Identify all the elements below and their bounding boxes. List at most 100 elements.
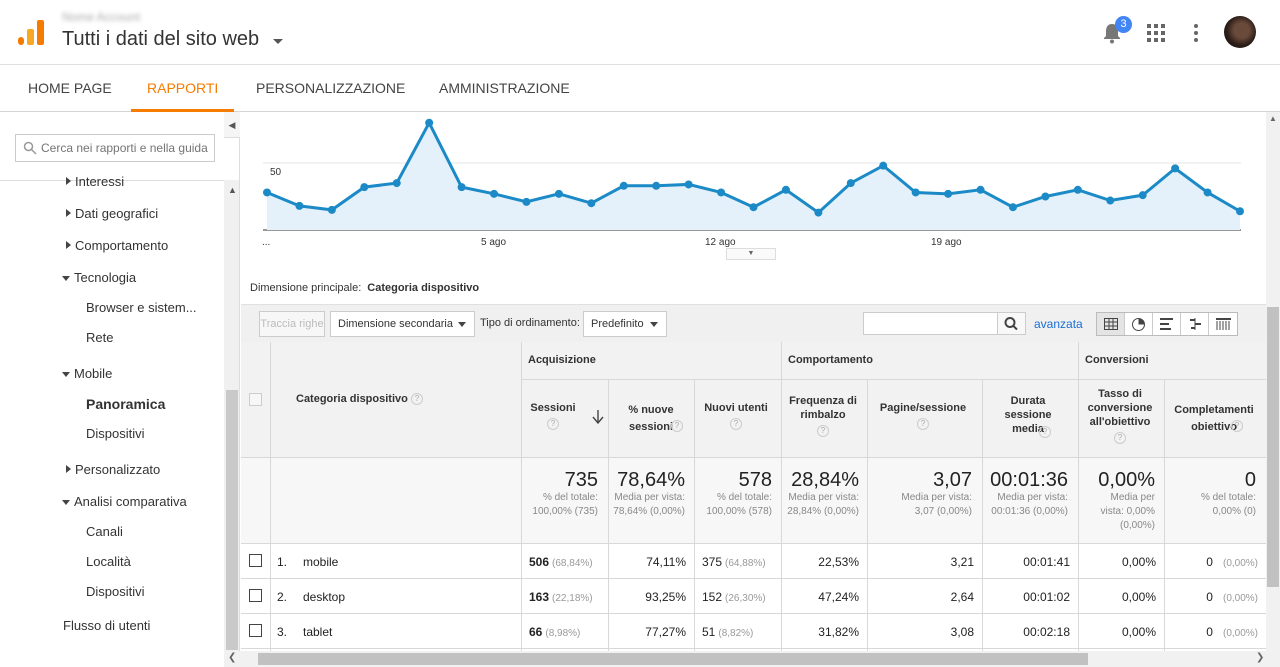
- scroll-up-icon[interactable]: ▲: [228, 185, 237, 195]
- sidebar-item-browser[interactable]: Browser e sistem...: [86, 300, 197, 315]
- chart-point[interactable]: [263, 188, 271, 197]
- chart-point[interactable]: [781, 185, 790, 194]
- collapse-sidebar-button[interactable]: ◀: [224, 112, 240, 138]
- help-icon[interactable]: ?: [1114, 432, 1126, 445]
- sidebar-item-panoramica[interactable]: Panoramica: [86, 396, 165, 412]
- sidebar-item-dati-geografici[interactable]: Dati geografici: [66, 206, 158, 221]
- pie-view-button[interactable]: [1125, 313, 1153, 335]
- chart-point[interactable]: [295, 201, 304, 210]
- help-icon[interactable]: ?: [547, 418, 559, 431]
- tab-personalizzazione[interactable]: PERSONALIZZAZIONE: [256, 65, 405, 112]
- help-icon[interactable]: ?: [817, 425, 829, 438]
- table-filter-input[interactable]: [863, 312, 998, 335]
- scroll-up-icon[interactable]: ▲: [1269, 114, 1277, 123]
- performance-view-button[interactable]: [1153, 313, 1181, 335]
- table-search-button[interactable]: [997, 312, 1026, 335]
- chart-point[interactable]: [619, 181, 628, 190]
- chart-point[interactable]: [749, 203, 758, 212]
- chart-point[interactable]: [944, 189, 953, 198]
- sidebar-item-flusso-utenti[interactable]: Flusso di utenti: [63, 618, 150, 633]
- sidebar-item-dispositivi-comparativa[interactable]: Dispositivi: [86, 584, 145, 599]
- chart-point[interactable]: [717, 188, 726, 197]
- chevron-down-icon[interactable]: [273, 39, 283, 44]
- help-icon[interactable]: ?: [730, 418, 742, 431]
- chart-point[interactable]: [814, 208, 823, 217]
- chart-point[interactable]: [1041, 192, 1050, 201]
- sidebar-item-interessi[interactable]: Interessi: [66, 174, 124, 189]
- primary-dimension-value[interactable]: Categoria dispositivo: [367, 282, 479, 294]
- comparison-view-button[interactable]: [1181, 313, 1209, 335]
- scroll-right-icon[interactable]: ❯: [1256, 652, 1264, 663]
- sidebar-item-localita[interactable]: Località: [86, 554, 131, 569]
- collapse-chart-button[interactable]: ▼: [726, 248, 776, 260]
- avatar[interactable]: [1224, 16, 1256, 48]
- chart-point[interactable]: [1236, 207, 1244, 216]
- chart-point[interactable]: [652, 181, 661, 190]
- column-completamenti[interactable]: Completamenti obiettivo: [1169, 402, 1259, 436]
- sidebar-item-analisi-comparativa[interactable]: Analisi comparativa: [62, 494, 187, 509]
- row-device-link[interactable]: desktop: [303, 590, 345, 604]
- secondary-dimension-select[interactable]: Dimensione secondaria: [330, 311, 475, 337]
- column-sessioni[interactable]: Sessioni ?: [523, 402, 583, 431]
- chart-point[interactable]: [1203, 188, 1212, 197]
- sidebar-item-comportamento[interactable]: Comportamento: [66, 238, 168, 253]
- scrollbar-thumb[interactable]: [258, 653, 1088, 665]
- sidebar-item-dispositivi[interactable]: Dispositivi: [86, 426, 145, 441]
- advanced-filter-link[interactable]: avanzata: [1034, 317, 1083, 331]
- row-device-link[interactable]: mobile: [303, 555, 338, 569]
- property-selector[interactable]: Tutti i dati del sito web: [62, 28, 259, 51]
- column-tasso-conversione[interactable]: Tasso di conversione all'obiettivo ?: [1082, 387, 1158, 445]
- help-icon[interactable]: ?: [917, 418, 929, 431]
- sort-type-select[interactable]: Predefinito: [583, 311, 667, 337]
- chart-point[interactable]: [846, 179, 855, 188]
- chart-point[interactable]: [879, 161, 888, 170]
- chart-point[interactable]: [1106, 196, 1115, 205]
- sidebar-item-rete[interactable]: Rete: [86, 330, 113, 345]
- chart-point[interactable]: [1138, 191, 1147, 200]
- report-search[interactable]: [15, 134, 215, 162]
- sidebar-item-canali[interactable]: Canali: [86, 524, 123, 539]
- help-icon[interactable]: ?: [671, 420, 683, 432]
- help-icon[interactable]: ?: [1231, 420, 1243, 432]
- row-device-link[interactable]: tablet: [303, 625, 332, 639]
- row-checkbox[interactable]: [249, 624, 262, 637]
- tab-amministrazione[interactable]: AMMINISTRAZIONE: [439, 65, 570, 112]
- column-nuovi-utenti[interactable]: Nuovi utenti ?: [698, 402, 774, 431]
- tab-home-page[interactable]: HOME PAGE: [28, 65, 112, 112]
- chart-point[interactable]: [587, 199, 596, 208]
- column-pagine-sessione[interactable]: Pagine/sessione ?: [871, 402, 975, 431]
- scroll-left-icon[interactable]: ❮: [228, 652, 236, 663]
- chart-point[interactable]: [684, 180, 693, 189]
- row-checkbox[interactable]: [249, 589, 262, 602]
- sidebar-item-personalizzato[interactable]: Personalizzato: [66, 462, 160, 477]
- tab-rapporti[interactable]: RAPPORTI: [131, 65, 235, 112]
- scrollbar-thumb[interactable]: [1267, 307, 1279, 587]
- column-frequenza-rimbalzo[interactable]: Frequenza di rimbalzo ?: [786, 394, 860, 438]
- search-input[interactable]: [41, 135, 213, 161]
- chart-point[interactable]: [1008, 203, 1017, 212]
- scrollbar-thumb[interactable]: [226, 390, 238, 650]
- data-view-button[interactable]: [1097, 313, 1125, 335]
- sort-descending-icon[interactable]: [592, 410, 604, 424]
- column-categoria-dispositivo[interactable]: Categoria dispositivo ?: [296, 393, 423, 406]
- chart-point[interactable]: [1073, 185, 1082, 194]
- sidebar-item-tecnologia[interactable]: Tecnologia: [62, 270, 136, 285]
- chart-point[interactable]: [522, 197, 531, 206]
- chart-point[interactable]: [392, 179, 401, 188]
- analytics-logo-icon[interactable]: [18, 20, 44, 46]
- sidebar-scrollbar[interactable]: ▲ ▼: [224, 180, 239, 667]
- sidebar-item-mobile[interactable]: Mobile: [62, 366, 112, 381]
- chart-point[interactable]: [327, 205, 336, 214]
- apps-grid-icon[interactable]: [1147, 24, 1165, 42]
- chart-point[interactable]: [360, 183, 369, 192]
- row-checkbox[interactable]: [249, 554, 262, 567]
- help-icon[interactable]: ?: [1039, 426, 1051, 438]
- more-vert-icon[interactable]: [1193, 24, 1199, 42]
- pivot-view-button[interactable]: [1209, 313, 1237, 335]
- chart-point[interactable]: [490, 189, 499, 198]
- chart-point[interactable]: [554, 189, 563, 198]
- help-icon[interactable]: ?: [410, 393, 423, 406]
- chart-point[interactable]: [911, 188, 920, 197]
- select-all-checkbox[interactable]: [249, 393, 262, 406]
- chart-point[interactable]: [457, 183, 466, 192]
